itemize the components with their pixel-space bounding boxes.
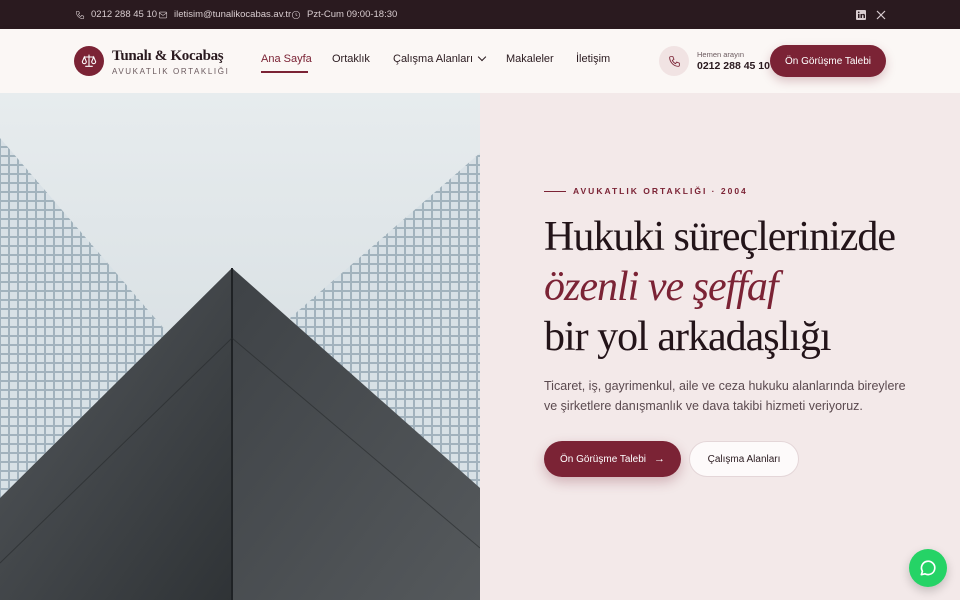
x-icon[interactable] (874, 8, 887, 21)
topbar-email[interactable]: iletisim@tunalikocabas.av.tr (158, 0, 291, 29)
nav-ortaklik[interactable]: Ortaklık (332, 53, 370, 65)
brand-name[interactable]: Tunalı & Kocabaş (112, 48, 224, 65)
top-bar: 0212 288 45 10 iletisim@tunalikocabas.av… (0, 0, 960, 29)
arrow-right-icon: → (653, 453, 665, 465)
topbar-email-text: iletisim@tunalikocabas.av.tr (174, 9, 292, 20)
clock-icon (291, 10, 301, 19)
chevron-down-icon (477, 52, 487, 62)
hero-appointment-button[interactable]: Ön Görüşme Talebi → (544, 441, 681, 477)
nav-active-indicator (261, 71, 308, 73)
phone-call-button[interactable] (659, 46, 689, 76)
hero-eyebrow: AVUKATLIK ORTAKLIĞI · 2004 (573, 186, 748, 196)
call-label: Hemen arayın (697, 50, 745, 59)
hero-practice-areas-button[interactable]: Çalışma Alanları (689, 441, 799, 477)
hero-appointment-label: Ön Görüşme Talebi (560, 453, 646, 465)
hero-title-line3: bir yol arkadaşlığı (544, 314, 832, 360)
topbar-hours: Pzt-Cum 09:00-18:30 (291, 0, 397, 29)
nav-calisma-alanlari[interactable]: Çalışma Alanları (393, 52, 487, 65)
hero-title-line2: özenli ve şeffaf (544, 264, 779, 310)
whatsapp-icon (920, 560, 936, 576)
brand-tagline: AVUKATLIK ORTAKLIĞI (112, 67, 230, 76)
site-header: Tunalı & Kocabaş AVUKATLIK ORTAKLIĞI Ana… (0, 29, 960, 93)
eyebrow-line (544, 191, 566, 192)
hero-title-line1: Hukuki süreçlerinizde (544, 214, 896, 260)
whatsapp-chat-button[interactable] (909, 549, 947, 587)
nav-iletisim[interactable]: İletişim (576, 53, 610, 65)
hero-lead: Ticaret, iş, gayrimenkul, aile ve ceza h… (544, 379, 906, 413)
call-number[interactable]: 0212 288 45 10 (697, 60, 770, 72)
nav-ana-sayfa[interactable]: Ana Sayfa (261, 53, 312, 65)
logo-mark[interactable] (74, 46, 104, 76)
topbar-phone-text: 0212 288 45 10 (91, 9, 158, 20)
topbar-hours-text: Pzt-Cum 09:00-18:30 (307, 9, 398, 20)
mail-icon (158, 11, 168, 18)
nav-calisma-alanlari-label: Çalışma Alanları (393, 53, 474, 65)
linkedin-icon[interactable] (854, 8, 867, 21)
phone-icon (668, 55, 680, 67)
nav-makaleler[interactable]: Makaleler (506, 53, 554, 65)
header-appointment-button[interactable]: Ön Görüşme Talebi (770, 45, 886, 77)
topbar-phone[interactable]: 0212 288 45 10 (75, 0, 157, 29)
hero-image (0, 93, 480, 600)
scales-icon (81, 54, 97, 67)
phone-icon (75, 10, 85, 19)
